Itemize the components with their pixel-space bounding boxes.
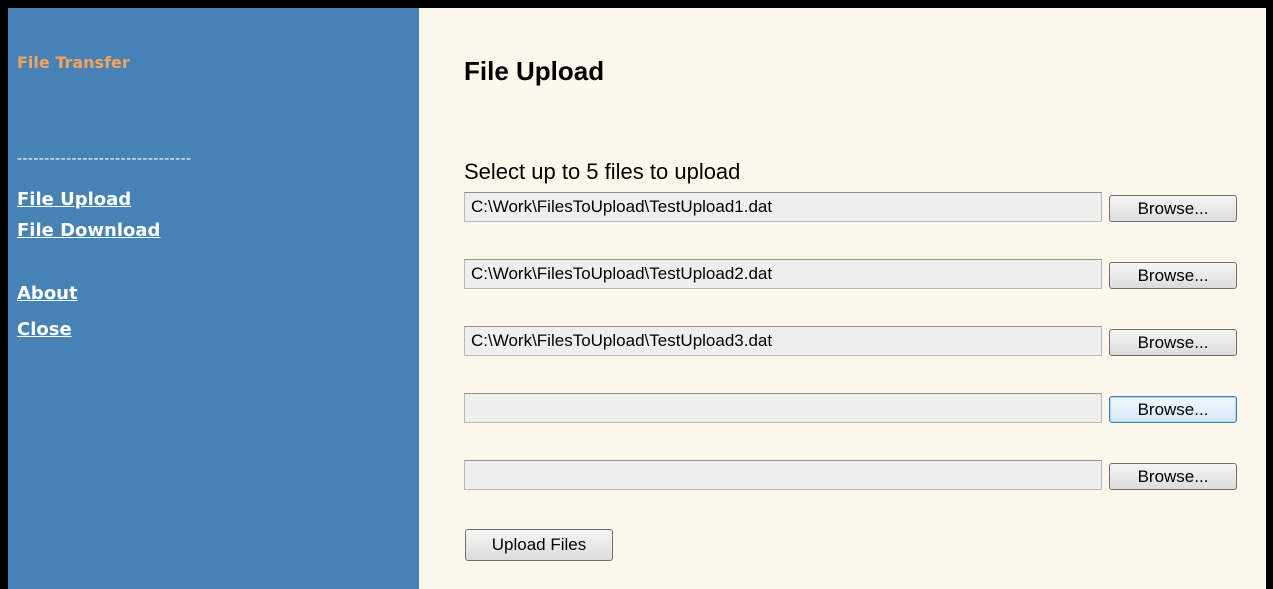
file-input-1[interactable]: C:\Work\FilesToUpload\TestUpload1.dat bbox=[464, 192, 1102, 222]
upload-files-button[interactable]: Upload Files bbox=[465, 529, 613, 561]
browse-button-2[interactable]: Browse... bbox=[1109, 262, 1237, 289]
file-input-4[interactable] bbox=[464, 393, 1102, 423]
sidebar-divider: -------------------------------- bbox=[17, 151, 192, 167]
app-title: File Transfer bbox=[17, 53, 130, 72]
nav-link-close[interactable]: Close bbox=[17, 319, 72, 340]
nav-link-about[interactable]: About bbox=[17, 283, 78, 304]
nav-link-file-download[interactable]: File Download bbox=[17, 220, 160, 241]
app-window: File Transfer --------------------------… bbox=[0, 0, 1273, 589]
page-title: File Upload bbox=[464, 56, 605, 86]
main-content: File Upload Select up to 5 files to uplo… bbox=[419, 8, 1266, 589]
nav-link-file-upload[interactable]: File Upload bbox=[17, 189, 131, 210]
browse-button-4[interactable]: Browse... bbox=[1109, 396, 1237, 423]
file-input-3[interactable]: C:\Work\FilesToUpload\TestUpload3.dat bbox=[464, 326, 1102, 356]
file-input-2[interactable]: C:\Work\FilesToUpload\TestUpload2.dat bbox=[464, 259, 1102, 289]
upload-instructions: Select up to 5 files to upload bbox=[464, 159, 741, 184]
browse-button-1[interactable]: Browse... bbox=[1109, 195, 1237, 222]
file-input-5[interactable] bbox=[464, 460, 1102, 490]
browse-button-5[interactable]: Browse... bbox=[1109, 463, 1237, 490]
sidebar: File Transfer --------------------------… bbox=[8, 8, 419, 589]
browse-button-3[interactable]: Browse... bbox=[1109, 329, 1237, 356]
